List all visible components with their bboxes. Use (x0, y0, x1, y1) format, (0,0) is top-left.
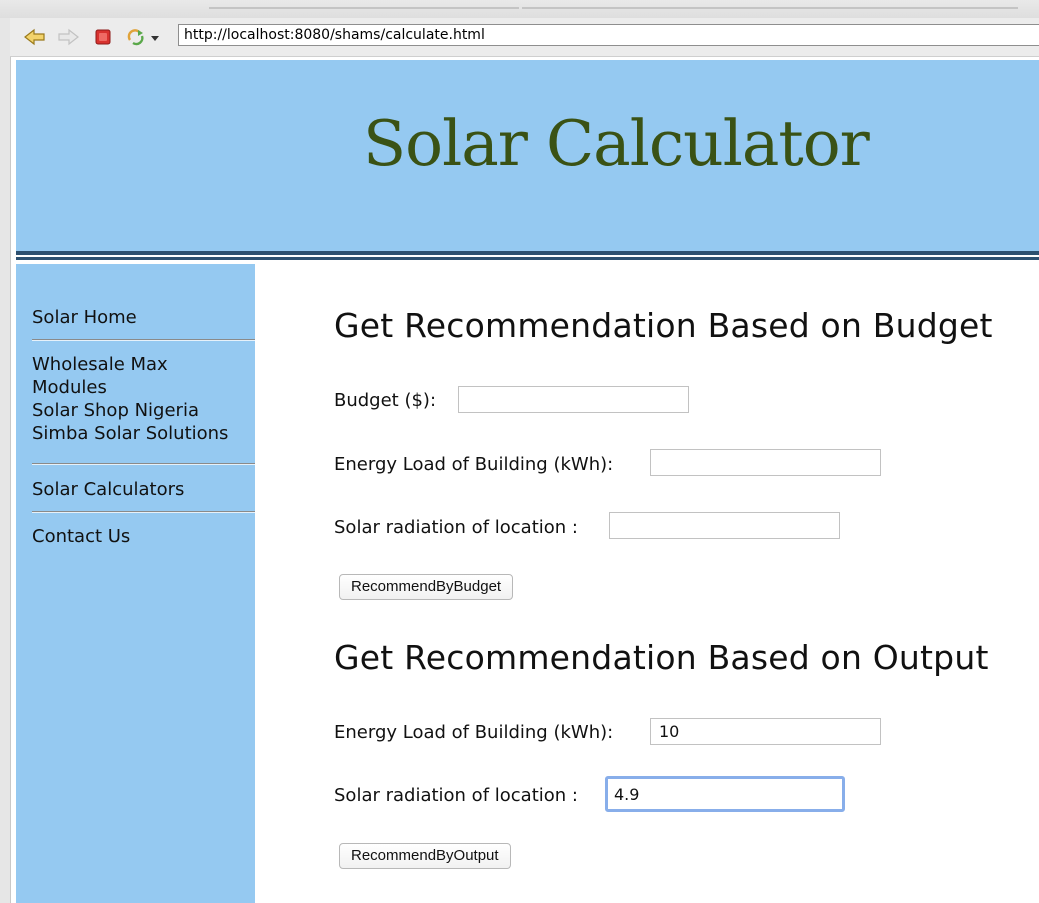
output-energy-load-label: Energy Load of Building (kWh): (334, 722, 614, 743)
budget-solar-radiation-label: Solar radiation of location : (334, 517, 578, 538)
sidebar-item-solar-calculators[interactable]: Solar Calculators (32, 478, 184, 501)
sidebar-nav: Solar Home Wholesale Max Modules Solar S… (16, 264, 255, 903)
recommend-by-budget-button[interactable]: RecommendByBudget (339, 574, 514, 600)
output-solar-radiation-label: Solar radiation of location : (334, 785, 578, 806)
sidebar-item-modules[interactable]: Modules (32, 376, 107, 399)
budget-solar-radiation-input[interactable] (609, 512, 840, 539)
tab-edge-line (522, 7, 1018, 9)
sidebar-item-contact-us[interactable]: Contact Us (32, 525, 130, 548)
budget-input[interactable] (458, 386, 689, 413)
sidebar-item-solar-home[interactable]: Solar Home (32, 306, 137, 329)
nav-divider (32, 339, 255, 341)
browser-toolbar: http://localhost:8080/shams/calculate.ht… (10, 18, 1039, 57)
output-energy-load-input[interactable] (650, 718, 881, 745)
header-rule (16, 257, 1039, 260)
tab-edge-line (209, 7, 519, 9)
forward-icon[interactable] (57, 28, 79, 46)
reload-icon[interactable] (126, 28, 148, 46)
stop-icon[interactable] (94, 28, 112, 46)
web-page: Solar Calculator Solar Home Wholesale Ma… (16, 60, 1039, 903)
budget-energy-load-label: Energy Load of Building (kWh): (334, 454, 614, 475)
sidebar-item-wholesale-max[interactable]: Wholesale Max (32, 353, 168, 376)
url-input[interactable]: http://localhost:8080/shams/calculate.ht… (178, 24, 1039, 46)
nav-divider (32, 511, 255, 513)
recommend-by-output-button[interactable]: RecommendByOutput (339, 843, 511, 869)
budget-section-heading: Get Recommendation Based on Budget (334, 306, 993, 345)
budget-energy-load-input[interactable] (650, 449, 881, 476)
dropdown-arrow-icon[interactable] (149, 28, 161, 46)
site-header: Solar Calculator (16, 60, 1039, 251)
site-title: Solar Calculator (363, 107, 870, 180)
budget-label: Budget ($): (334, 390, 437, 411)
window-left-gutter (0, 18, 11, 903)
output-solar-radiation-input[interactable] (605, 776, 845, 812)
sidebar-item-simba-solar-solutions[interactable]: Simba Solar Solutions (32, 422, 228, 445)
output-section-heading: Get Recommendation Based on Output (334, 638, 989, 677)
back-icon[interactable] (24, 28, 46, 46)
browser-top-strip (0, 0, 1039, 18)
sidebar-item-solar-shop-nigeria[interactable]: Solar Shop Nigeria (32, 399, 199, 422)
nav-divider (32, 463, 255, 465)
